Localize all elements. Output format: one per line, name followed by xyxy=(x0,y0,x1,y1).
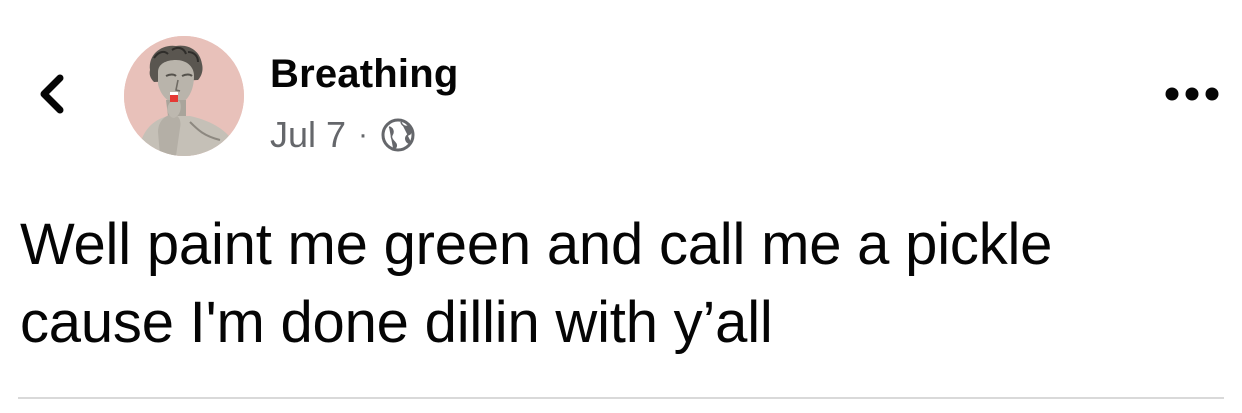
post-text-line-2: cause I'm done dillin with y’all xyxy=(20,290,773,355)
meta-separator: · xyxy=(358,118,369,151)
post-text: Well paint me green and call me a pickle… xyxy=(20,206,1230,362)
statue-avatar-image xyxy=(124,36,244,156)
post-meta: Jul 7 · xyxy=(270,112,416,158)
avatar[interactable] xyxy=(124,36,244,156)
chevron-left-icon xyxy=(32,70,72,123)
more-horizontal-icon xyxy=(1164,86,1220,107)
post-date[interactable]: Jul 7 xyxy=(270,112,346,158)
post-text-line-1: Well paint me green and call me a pickle xyxy=(20,212,1053,277)
more-options-button[interactable] xyxy=(1160,78,1224,114)
back-button[interactable] xyxy=(24,68,80,124)
globe-icon xyxy=(380,117,416,153)
author-name[interactable]: Breathing xyxy=(270,50,458,98)
post-header: Breathing Jul 7 · xyxy=(0,0,1242,190)
divider xyxy=(18,397,1224,399)
